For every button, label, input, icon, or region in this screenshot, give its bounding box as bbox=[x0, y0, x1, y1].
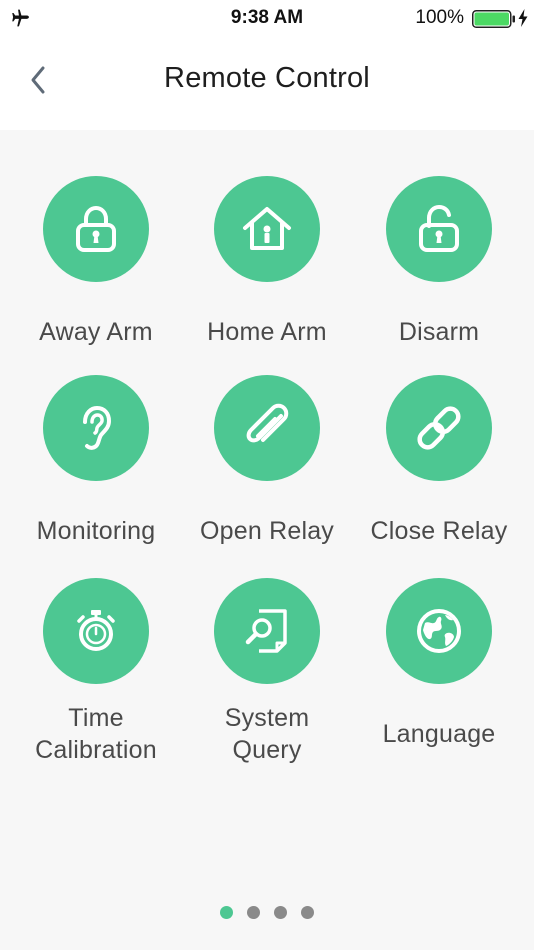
time-calibration-button[interactable] bbox=[43, 578, 149, 684]
tile-label: System Query bbox=[224, 704, 310, 764]
stopwatch-icon bbox=[77, 610, 115, 651]
paperclip-icon bbox=[246, 403, 289, 443]
status-bar: 9:38 AM 100% bbox=[0, 0, 534, 36]
away-arm-button[interactable] bbox=[43, 176, 149, 282]
monitoring-button[interactable] bbox=[43, 375, 149, 481]
page-indicator[interactable] bbox=[0, 906, 534, 919]
tile-label: Home Arm bbox=[207, 318, 327, 346]
tile-label: Close Relay bbox=[370, 517, 508, 545]
nav-bar: Remote Control bbox=[0, 36, 534, 130]
disarm-tile[interactable]: Disarm bbox=[350, 176, 528, 376]
time-calibration-tile[interactable]: Time Calibration bbox=[7, 578, 185, 778]
page-dot-3[interactable] bbox=[274, 906, 287, 919]
home-arm-button[interactable] bbox=[214, 176, 320, 282]
unlock-icon bbox=[419, 204, 459, 252]
close-relay-button[interactable] bbox=[386, 375, 492, 481]
disarm-button[interactable] bbox=[386, 176, 492, 282]
open-relay-tile[interactable]: Open Relay bbox=[178, 375, 356, 575]
language-button[interactable] bbox=[386, 578, 492, 684]
away-arm-tile[interactable]: Away Arm bbox=[7, 176, 185, 376]
lock-icon bbox=[76, 205, 116, 252]
system-query-button[interactable] bbox=[214, 578, 320, 684]
battery-percent: 100% bbox=[415, 7, 464, 28]
tile-label: Time Calibration bbox=[35, 704, 157, 764]
page-dot-2[interactable] bbox=[247, 906, 260, 919]
system-query-tile[interactable]: System Query bbox=[178, 578, 356, 778]
tile-label: Away Arm bbox=[39, 318, 153, 346]
close-relay-tile[interactable]: Close Relay bbox=[350, 375, 528, 575]
page-dot-1[interactable] bbox=[220, 906, 233, 919]
monitoring-tile[interactable]: Monitoring bbox=[7, 375, 185, 575]
tile-label: Monitoring bbox=[36, 517, 156, 545]
home-arm-tile[interactable]: Home Arm bbox=[178, 176, 356, 376]
tile-label: Language bbox=[382, 720, 496, 748]
tile-label: Disarm bbox=[398, 318, 480, 346]
link-icon bbox=[417, 406, 461, 450]
battery-icon bbox=[472, 10, 515, 28]
document-search-icon bbox=[245, 609, 287, 653]
language-tile[interactable]: Language bbox=[350, 578, 528, 778]
page-title: Remote Control bbox=[164, 62, 370, 94]
charging-bolt-icon bbox=[518, 9, 528, 27]
ear-icon bbox=[83, 405, 112, 450]
open-relay-button[interactable] bbox=[214, 375, 320, 481]
remote-control-screen: 9:38 AM 100% Remote Control Away Arm Hom… bbox=[0, 0, 534, 950]
house-lock-icon bbox=[243, 207, 291, 250]
page-dot-4[interactable] bbox=[301, 906, 314, 919]
tile-label: Open Relay bbox=[199, 517, 335, 545]
globe-icon bbox=[417, 609, 461, 653]
